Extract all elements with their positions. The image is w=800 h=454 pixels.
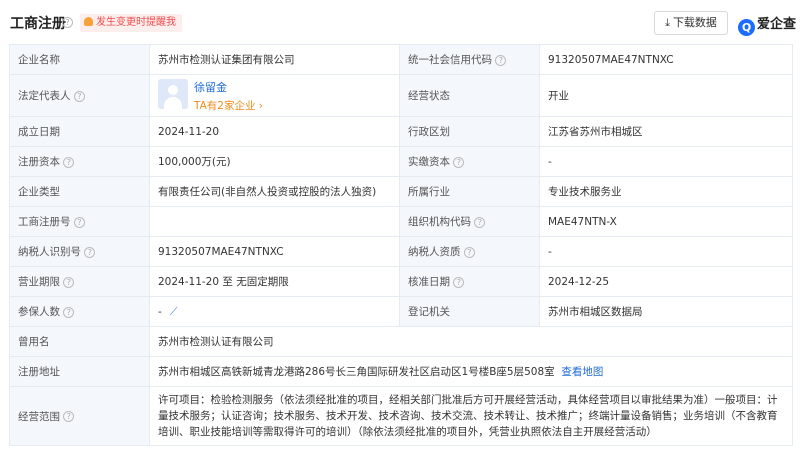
brand-name: 爱企查 xyxy=(757,17,797,32)
established-label: 成立日期 xyxy=(9,116,150,147)
address-cell: 苏州市相城区高铁新城青龙港路286号长三角国际研发社区启动区1号楼B座5层508… xyxy=(149,356,793,387)
help-icon[interactable]: ? xyxy=(453,156,465,168)
table-row: 企业名称 苏州市检测认证集团有限公司 统一社会信用代码 ? 91320507MA… xyxy=(9,44,793,75)
reg-no-value xyxy=(149,206,400,237)
approval-date-value: 2024-12-25 xyxy=(539,266,793,297)
legal-rep-label-text: 法定代表人 xyxy=(18,90,71,102)
reg-capital-label-text: 注册资本 xyxy=(18,156,60,168)
table-row: 纳税人识别号 ? 91320507MAE47NTNXC 纳税人资质 ? - xyxy=(9,236,793,267)
table-row: 注册资本 ? 100,000万(元) 实缴资本 ? - xyxy=(9,146,793,177)
help-icon[interactable]: ? xyxy=(474,216,486,228)
help-icon[interactable]: ? xyxy=(63,411,75,422)
org-code-label: 组织机构代码 ? xyxy=(399,206,540,237)
insured-cell: - ⟋ xyxy=(149,296,400,327)
table-row: 注册地址 苏州市相城区高铁新城青龙港路286号长三角国际研发社区启动区1号楼B座… xyxy=(9,356,793,387)
paid-capital-label: 实缴资本 ? xyxy=(399,146,540,177)
status-value: 开业 xyxy=(539,74,793,117)
legal-rep-label: 法定代表人 ? xyxy=(9,74,150,117)
former-name-label: 曾用名 xyxy=(9,326,150,357)
table-row: 工商注册号 ? 组织机构代码 ? MAE47NTN-X xyxy=(9,206,793,237)
help-icon[interactable]: ? xyxy=(84,246,96,258)
table-row: 参保人数 ? - ⟋ 登记机关 苏州市相城区数据局 xyxy=(9,296,793,327)
address-label: 注册地址 xyxy=(9,356,150,387)
industry-label: 所属行业 xyxy=(399,176,540,207)
term-label: 营业期限 ? xyxy=(9,266,150,297)
address-value: 苏州市相城区高铁新城青龙港路286号长三角国际研发社区启动区1号楼B座5层508… xyxy=(158,366,555,378)
authority-value: 苏州市相城区数据局 xyxy=(539,296,793,327)
legal-rep-name-link[interactable]: 徐留金 xyxy=(158,79,391,95)
scope-value: 许可项目：检验检测服务（依法须经批准的项目，经相关部门批准后方可开展经营活动，具… xyxy=(149,386,793,446)
taxpayer-id-label-text: 纳税人识别号 xyxy=(18,246,81,258)
taxpayer-qual-label-text: 纳税人资质 xyxy=(408,246,461,258)
change-notify-button[interactable]: 发生变更时提醒我 xyxy=(80,14,182,32)
credit-code-value: 91320507MAE47NTNXC xyxy=(539,44,793,75)
section-header: 工商注册 ? 发生变更时提醒我 ⤓ 下载数据 Q 爱企查 xyxy=(0,0,800,44)
registration-table: 企业名称 苏州市检测认证集团有限公司 统一社会信用代码 ? 91320507MA… xyxy=(9,44,793,446)
company-name-value: 苏州市检测认证集团有限公司 xyxy=(149,44,400,75)
help-icon[interactable]: ? xyxy=(73,216,85,228)
district-label: 行政区划 xyxy=(399,116,540,147)
legal-rep-companies-link[interactable]: TA有2家企业 › xyxy=(158,98,391,113)
company-type-value: 有限责任公司(非自然人投资或控股的法人独资) xyxy=(149,176,400,207)
paid-capital-value: - xyxy=(539,146,793,177)
download-icon: ⤓ xyxy=(665,16,670,29)
help-icon[interactable]: ? xyxy=(62,17,73,28)
authority-label: 登记机关 xyxy=(399,296,540,327)
help-icon[interactable]: ? xyxy=(453,276,465,288)
credit-code-label: 统一社会信用代码 ? xyxy=(399,44,540,75)
brand-logo-icon: Q xyxy=(738,19,755,36)
company-type-label: 企业类型 xyxy=(9,176,150,207)
download-label: 下载数据 xyxy=(672,16,717,29)
district-value: 江苏省苏州市相城区 xyxy=(539,116,793,147)
notify-label: 发生变更时提醒我 xyxy=(96,17,176,28)
approval-date-label: 核准日期 ? xyxy=(399,266,540,297)
help-icon[interactable]: ? xyxy=(63,156,75,168)
reg-capital-value: 100,000万(元) xyxy=(149,146,400,177)
taxpayer-qual-label: 纳税人资质 ? xyxy=(399,236,540,267)
approval-date-label-text: 核准日期 xyxy=(408,276,450,288)
table-row: 经营范围 ? 许可项目：检验检测服务（依法须经批准的项目，经相关部门批准后方可开… xyxy=(9,386,793,446)
section-title: 工商注册 xyxy=(10,16,66,32)
taxpayer-id-value: 91320507MAE47NTNXC xyxy=(149,236,400,267)
org-code-value: MAE47NTN-X xyxy=(539,206,793,237)
industry-value: 专业技术服务业 xyxy=(539,176,793,207)
view-map-link[interactable]: 查看地图 xyxy=(561,366,603,378)
table-row: 企业类型 有限责任公司(非自然人投资或控股的法人独资) 所属行业 专业技术服务业 xyxy=(9,176,793,207)
status-label: 经营状态 xyxy=(399,74,540,117)
table-row: 成立日期 2024-11-20 行政区划 江苏省苏州市相城区 xyxy=(9,116,793,147)
download-button[interactable]: ⤓ 下载数据 xyxy=(654,11,728,35)
insured-label-text: 参保人数 xyxy=(18,306,60,318)
taxpayer-id-label: 纳税人识别号 ? xyxy=(9,236,150,267)
table-row: 法定代表人 ? 徐留金 TA有2家企业 › 经营状态 开业 xyxy=(9,74,793,117)
reg-capital-label: 注册资本 ? xyxy=(9,146,150,177)
help-icon[interactable]: ? xyxy=(73,90,85,102)
reg-no-label: 工商注册号 ? xyxy=(9,206,150,237)
paid-capital-label-text: 实缴资本 xyxy=(408,156,450,168)
company-name-label: 企业名称 xyxy=(9,44,150,75)
brand-logo: Q 爱企查 xyxy=(738,13,797,36)
reg-no-label-text: 工商注册号 xyxy=(18,216,71,228)
term-label-text: 营业期限 xyxy=(18,276,60,288)
insured-label: 参保人数 ? xyxy=(9,296,150,327)
avatar[interactable] xyxy=(158,78,188,109)
former-name-value: 苏州市检测认证有限公司 xyxy=(149,326,793,357)
scope-label: 经营范围 ? xyxy=(9,386,150,446)
help-icon[interactable]: ? xyxy=(63,306,75,318)
help-icon[interactable]: ? xyxy=(63,276,75,288)
table-row: 营业期限 ? 2024-11-20 至 无固定期限 核准日期 ? 2024-12… xyxy=(9,266,793,297)
bell-icon xyxy=(84,17,93,26)
term-value: 2024-11-20 至 无固定期限 xyxy=(149,266,400,297)
scope-label-text: 经营范围 xyxy=(18,410,60,423)
taxpayer-qual-value: - xyxy=(539,236,793,267)
table-row: 曾用名 苏州市检测认证有限公司 xyxy=(9,326,793,357)
help-icon[interactable]: ? xyxy=(495,54,507,66)
credit-code-label-text: 统一社会信用代码 xyxy=(408,54,492,66)
established-value: 2024-11-20 xyxy=(149,116,400,147)
insured-value: - xyxy=(158,305,162,318)
legal-rep-cell: 徐留金 TA有2家企业 › xyxy=(149,74,400,117)
help-icon[interactable]: ? xyxy=(463,246,475,258)
trend-chart-icon[interactable]: ⟋ xyxy=(170,305,178,318)
org-code-label-text: 组织机构代码 xyxy=(408,216,471,228)
